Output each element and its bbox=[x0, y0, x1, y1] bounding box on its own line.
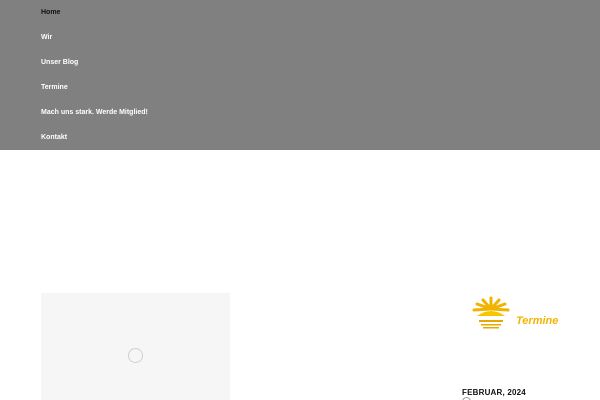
nav-item-wir[interactable]: Wir bbox=[41, 33, 52, 42]
nav-item-mitglied[interactable]: Mach uns stark. Werde Mitglied! bbox=[41, 108, 148, 117]
nav-item-home[interactable]: Home bbox=[41, 8, 60, 17]
calendar-month-heading: FEBRUAR, 2024 bbox=[462, 388, 526, 397]
navigation-overlay: Home Wir Unser Blog Termine Mach uns sta… bbox=[0, 0, 600, 150]
nav-item-termine[interactable]: Termine bbox=[41, 83, 68, 92]
termine-logo-widget[interactable]: Termine bbox=[465, 292, 559, 340]
sun-logo-icon bbox=[472, 296, 510, 329]
nav-item-unser-blog[interactable]: Unser Blog bbox=[41, 58, 78, 67]
logo-word-termine: Termine bbox=[516, 315, 559, 327]
nav-item-kontakt[interactable]: Kontakt bbox=[41, 133, 67, 142]
loading-spinner-icon bbox=[128, 348, 143, 363]
featured-media-placeholder bbox=[41, 293, 230, 400]
